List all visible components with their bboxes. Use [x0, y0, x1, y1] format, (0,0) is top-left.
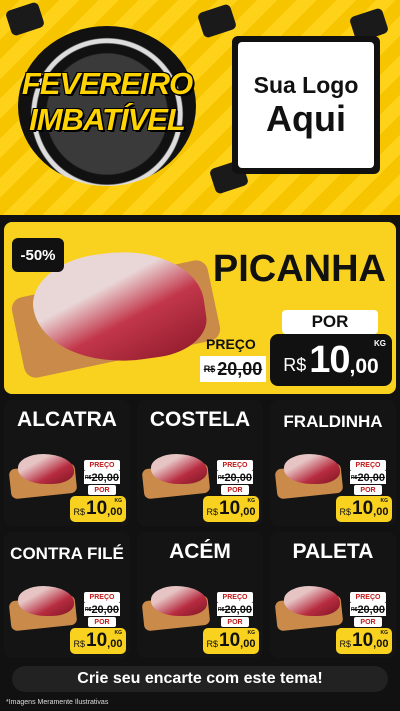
old-price: R$ 20,00: [217, 603, 253, 616]
por-label: POR: [221, 485, 249, 495]
price-dec: ,00: [107, 506, 123, 518]
old-price-value: 20,00: [357, 471, 385, 484]
old-currency: R$: [203, 364, 216, 374]
currency: R$: [206, 638, 219, 649]
price-int: 10: [86, 630, 108, 651]
preco-label: PREÇO: [350, 592, 386, 603]
new-price: R$ 10,00 KG: [336, 496, 392, 522]
product-name: PALETA: [292, 540, 374, 563]
new-price: R$ 10,00 KG: [203, 628, 259, 654]
currency: R$: [73, 506, 86, 517]
product-image: [284, 586, 340, 616]
product-image: [18, 454, 74, 484]
currency: R$: [339, 506, 352, 517]
currency: R$: [283, 354, 307, 375]
por-label: POR: [88, 617, 116, 627]
unit: KG: [374, 339, 386, 348]
product-name: FRALDINHA: [283, 412, 383, 431]
new-price: R$ 10,00 KG: [70, 628, 126, 654]
product-name: CONTRA FILÉ: [10, 544, 124, 563]
preco-label: PREÇO: [206, 336, 256, 352]
old-price-value: 20,00: [217, 358, 263, 379]
product-image: [18, 586, 74, 616]
price-dec: ,00: [240, 506, 256, 518]
product-name: ACÉM: [169, 540, 231, 563]
product-card: CONTRA FILÉ PREÇO R$ 20,00 POR R$ 10,00 KG: [4, 532, 130, 658]
por-label: POR: [354, 485, 382, 495]
unit: KG: [247, 630, 256, 636]
price-int: 10: [309, 338, 350, 381]
badge-line-1: FEVEREIRO: [21, 66, 193, 101]
old-price: R$ 20,00: [217, 471, 253, 484]
product-card: ALCATRA PREÇO R$ 20,00 POR R$ 10,00 KG: [4, 400, 130, 526]
badge-line-2: IMBATÍVEL: [29, 102, 186, 137]
por-label: POR: [354, 617, 382, 627]
new-price: R$ 10,00 KG: [203, 496, 259, 522]
por-label: POR: [282, 310, 378, 334]
old-price: R$ 20,00: [350, 471, 386, 484]
product-card: ACÉM PREÇO R$ 20,00 POR R$ 10,00 KG: [137, 532, 263, 658]
preco-label: PREÇO: [217, 592, 253, 603]
header-banner: FEVEREIRO IMBATÍVEL Sua Logo Aqui: [0, 0, 400, 215]
logo-placeholder: Sua Logo Aqui: [232, 36, 380, 174]
decor-shape: [196, 3, 238, 39]
price-int: 10: [219, 498, 241, 519]
product-image: [284, 454, 340, 484]
featured-name: PICANHA: [212, 248, 386, 290]
product-card: COSTELA PREÇO R$ 20,00 POR R$ 10,00 KG: [137, 400, 263, 526]
featured-product: -50% PICANHA POR PREÇO R$ 20,00 R$ 10 ,00…: [4, 222, 396, 394]
price-dec: ,00: [240, 638, 256, 650]
product-name: COSTELA: [149, 408, 251, 431]
old-price: R$ 20,00: [200, 356, 266, 382]
old-price: R$ 20,00: [350, 603, 386, 616]
old-price-value: 20,00: [224, 603, 252, 616]
new-price: R$ 10,00 KG: [336, 628, 392, 654]
product-card: FRALDINHA PREÇO R$ 20,00 POR R$ 10,00 KG: [270, 400, 396, 526]
logo-line-1: Sua Logo: [253, 71, 359, 98]
disclaimer: *Imagens Meramente Ilustrativas: [6, 699, 109, 706]
por-label: POR: [88, 485, 116, 495]
price-dec: ,00: [349, 355, 379, 378]
por-label: POR: [221, 617, 249, 627]
price-int: 10: [352, 630, 374, 651]
unit: KG: [114, 498, 123, 504]
product-image: [151, 586, 207, 616]
price-int: 10: [352, 498, 374, 519]
price-int: 10: [219, 630, 241, 651]
price-dec: ,00: [373, 638, 389, 650]
new-price: R$ 10 ,00 KG: [270, 334, 392, 386]
old-price-value: 20,00: [357, 603, 385, 616]
old-price: R$ 20,00: [84, 603, 120, 616]
unit: KG: [380, 498, 389, 504]
price-int: 10: [86, 498, 108, 519]
currency: R$: [206, 506, 219, 517]
unit: KG: [247, 498, 256, 504]
price-dec: ,00: [107, 638, 123, 650]
preco-label: PREÇO: [217, 460, 253, 471]
product-card: PALETA PREÇO R$ 20,00 POR R$ 10,00 KG: [270, 532, 396, 658]
campaign-badge: FEVEREIRO IMBATÍVEL: [18, 26, 196, 186]
unit: KG: [114, 630, 123, 636]
old-price-value: 20,00: [91, 603, 119, 616]
logo-line-2: Aqui: [266, 97, 346, 139]
unit: KG: [380, 630, 389, 636]
decor-shape: [4, 1, 46, 37]
price-dec: ,00: [373, 506, 389, 518]
old-price: R$ 20,00: [84, 471, 120, 484]
preco-label: PREÇO: [84, 592, 120, 603]
new-price: R$ 10,00 KG: [70, 496, 126, 522]
product-image: [151, 454, 207, 484]
preco-label: PREÇO: [84, 460, 120, 471]
currency: R$: [73, 638, 86, 649]
product-name: ALCATRA: [17, 408, 117, 431]
cta-banner[interactable]: Crie seu encarte com este tema!: [12, 666, 388, 692]
old-price-value: 20,00: [224, 471, 252, 484]
discount-badge: -50%: [12, 238, 64, 272]
old-price-value: 20,00: [91, 471, 119, 484]
currency: R$: [339, 638, 352, 649]
preco-label: PREÇO: [350, 460, 386, 471]
